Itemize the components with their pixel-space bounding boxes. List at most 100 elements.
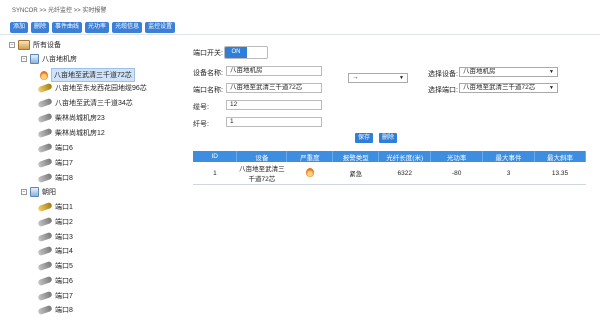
tree-item-label: 八亩地至武清三千道34芯 xyxy=(55,100,133,107)
direction-value: → xyxy=(352,74,359,81)
toggle-on-state: ON xyxy=(225,47,247,58)
cell-id: 1 xyxy=(193,162,237,185)
cell-max-event: 3 xyxy=(482,162,535,185)
port-switch-toggle[interactable]: ON xyxy=(224,46,268,59)
tree-group-label: 八亩地机房 xyxy=(42,56,77,63)
fiber-port-icon xyxy=(37,275,53,287)
port-switch-label: 端口开关: xyxy=(193,50,223,57)
col-header-alarm-type: 报警类型 xyxy=(332,151,380,162)
fiber-port-icon xyxy=(37,245,53,257)
tree-item[interactable]: 八亩地至武清三千道72芯 xyxy=(40,68,135,82)
fiber-port-icon xyxy=(37,112,53,124)
tree-item-label: 端口1 xyxy=(55,204,73,211)
event-curve-button[interactable]: 事件曲线 xyxy=(52,22,83,33)
fiber-port-icon xyxy=(37,97,53,109)
col-header-severity: 严重度 xyxy=(286,151,334,162)
chevron-down-icon: ▼ xyxy=(549,69,554,75)
tree-item-label: 端口6 xyxy=(55,145,73,152)
fiber-number-field[interactable]: 1 xyxy=(226,117,322,127)
tree-item[interactable]: 八亩地至武清三千道34芯 xyxy=(37,97,133,109)
fiber-port-icon xyxy=(37,82,53,94)
table-row[interactable]: 1 八亩地至武清三千道72芯 紧急 6322 -80 3 13.35 xyxy=(193,162,586,185)
tree-group-label: 朝阳 xyxy=(42,189,56,196)
tree-item[interactable]: 端口4 xyxy=(37,245,73,257)
alarm-table: ID 设备 严重度 报警类型 光纤长度(米) 光功率 最大事件 最大斜率 1 八… xyxy=(193,151,586,185)
port-name-label: 端口名称: xyxy=(193,87,223,94)
collapse-icon[interactable]: − xyxy=(9,42,15,48)
tree-item-label: 端口7 xyxy=(55,160,73,167)
fiber-number-label: 纤号: xyxy=(193,121,209,128)
cable-info-button[interactable]: 光缆信息 xyxy=(112,22,143,33)
tree-item-label: 端口2 xyxy=(55,219,73,226)
chevron-down-icon: ▼ xyxy=(549,85,554,91)
tree-root[interactable]: − 所有设备 xyxy=(9,40,61,50)
tree-item[interactable]: 端口8 xyxy=(37,172,73,184)
fiber-port-icon xyxy=(37,142,53,154)
fiber-port-icon xyxy=(37,231,53,243)
fiber-port-icon xyxy=(37,127,53,139)
tree-item[interactable]: 端口2 xyxy=(37,216,73,228)
cell-optical-power: -80 xyxy=(430,162,483,185)
tree-item-label: 端口8 xyxy=(55,307,73,314)
tree-item-label: 端口7 xyxy=(55,293,73,300)
optical-power-button[interactable]: 光功率 xyxy=(85,22,110,33)
delete-button[interactable]: 删除 xyxy=(31,22,50,33)
direction-select[interactable]: → ▼ xyxy=(348,73,408,83)
tree-item[interactable]: 柴林尚城机房23 xyxy=(37,112,105,124)
select-device-dropdown[interactable]: 八亩地机房 ▼ xyxy=(459,67,558,77)
collapse-icon[interactable]: − xyxy=(21,56,27,62)
divider xyxy=(0,34,600,35)
tree-item[interactable]: 柴林尚城机房12 xyxy=(37,127,105,139)
fiber-port-icon xyxy=(37,157,53,169)
alarm-fire-icon xyxy=(305,167,314,177)
tree-group-2[interactable]: − 朝阳 xyxy=(21,187,56,197)
tree-item[interactable]: 端口5 xyxy=(37,260,73,272)
select-port-value: 八亩地至武清三千道72芯 xyxy=(463,84,536,91)
toolbar: 添加 删除 事件曲线 光功率 光缆信息 监控设置 xyxy=(10,22,176,33)
select-port-label: 选择端口: xyxy=(428,87,458,94)
cell-severity xyxy=(286,162,333,185)
cell-alarm-type: 紧急 xyxy=(332,162,379,185)
fiber-port-icon xyxy=(37,216,53,228)
device-name-label: 设备名称: xyxy=(193,70,223,77)
tree-item-label: 柴林尚城机房23 xyxy=(55,115,105,122)
tree-item[interactable]: 八亩地至东龙西花园地缆96芯 xyxy=(37,82,147,94)
device-name-field[interactable]: 八亩地机房 xyxy=(226,66,322,76)
col-header-fiber-length: 光纤长度(米) xyxy=(378,151,432,162)
fiber-port-icon xyxy=(37,172,53,184)
chevron-down-icon: ▼ xyxy=(399,75,404,81)
tree-group-1[interactable]: − 八亩地机房 xyxy=(21,54,77,64)
tree-item[interactable]: 端口7 xyxy=(37,157,73,169)
tree-item[interactable]: 端口3 xyxy=(37,231,73,243)
server-icon xyxy=(30,187,39,197)
cable-number-field[interactable]: 12 xyxy=(226,100,322,110)
fiber-port-icon xyxy=(37,290,53,302)
tree-item-label: 端口4 xyxy=(55,248,73,255)
cell-max-slope: 13.35 xyxy=(534,162,586,185)
col-header-id: ID xyxy=(193,151,238,162)
cable-number-label: 缆号: xyxy=(193,104,209,111)
tree-item-label: 端口8 xyxy=(55,175,73,182)
select-port-dropdown[interactable]: 八亩地至武清三千道72芯 ▼ xyxy=(459,83,558,93)
col-header-max-slope: 最大斜率 xyxy=(534,151,586,162)
tree-item[interactable]: 端口6 xyxy=(37,142,73,154)
monitor-settings-button[interactable]: 监控设置 xyxy=(145,22,176,33)
save-button[interactable]: 保存 xyxy=(355,133,374,143)
select-device-value: 八亩地机房 xyxy=(463,68,496,75)
server-icon xyxy=(30,54,39,64)
tree-item[interactable]: 端口6 xyxy=(37,275,73,287)
tree-item[interactable]: 端口8 xyxy=(37,304,73,316)
tree-item[interactable]: 端口7 xyxy=(37,290,73,302)
fiber-port-icon xyxy=(37,304,53,316)
col-header-optical-power: 光功率 xyxy=(430,151,484,162)
tree-item-label: 端口3 xyxy=(55,234,73,241)
delete-row-button[interactable]: 删除 xyxy=(379,133,398,143)
port-name-field[interactable]: 八亩地至武清三千道72芯 xyxy=(226,83,322,93)
tree-item-label: 八亩地至武清三千道72芯 xyxy=(51,68,135,82)
tree-root-label: 所有设备 xyxy=(33,42,61,49)
tree-item[interactable]: 端口1 xyxy=(37,201,73,213)
col-header-device: 设备 xyxy=(236,151,288,162)
collapse-icon[interactable]: − xyxy=(21,189,27,195)
add-button[interactable]: 添加 xyxy=(10,22,29,33)
cell-fiber-length: 6322 xyxy=(378,162,431,185)
